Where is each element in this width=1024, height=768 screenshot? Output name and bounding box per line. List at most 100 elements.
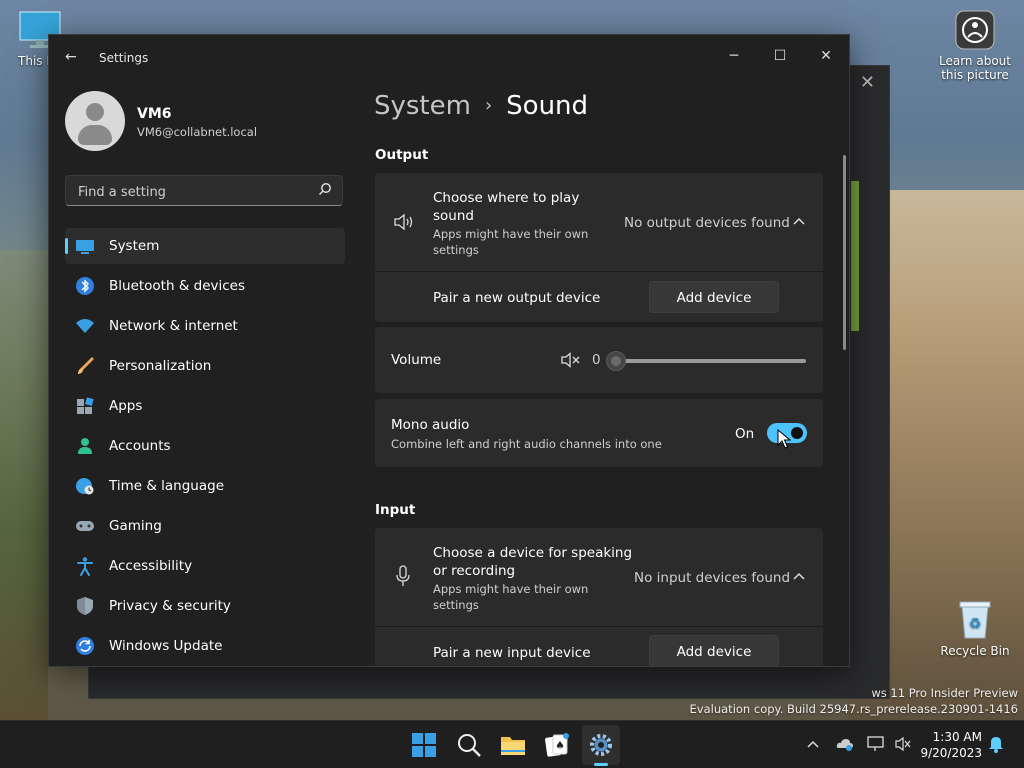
sidebar-item-label: Privacy & security [109, 598, 231, 614]
speaker-muted-icon[interactable] [894, 736, 912, 752]
network-icon[interactable] [866, 735, 886, 753]
chevron-up-icon[interactable] [792, 571, 806, 581]
microphone-icon [396, 565, 410, 586]
page-title: Sound [506, 91, 589, 121]
choose-output-title-line1: Choose where to play [433, 190, 580, 206]
output-status: No output devices found [624, 215, 790, 231]
settings-gear-icon[interactable] [587, 731, 615, 759]
sidebar-item-network[interactable]: Network & internet [65, 308, 345, 344]
wifi-icon [76, 319, 94, 333]
windows-start-icon[interactable] [410, 731, 438, 759]
desktop-icon-learn-about-picture[interactable]: Learn about this picture [938, 10, 1012, 82]
desktop-icon-recycle-bin[interactable]: ♻ Recycle Bin [940, 598, 1010, 658]
sidebar-item-personalization[interactable]: Personalization [65, 348, 345, 384]
update-icon [76, 637, 94, 655]
section-title-input: Input [375, 502, 416, 518]
sidebar-item-label: Gaming [109, 518, 162, 534]
speaker-muted-icon[interactable] [560, 352, 582, 368]
close-button[interactable]: ✕ [803, 41, 849, 71]
choose-input-title-line2: or recording [433, 563, 516, 579]
svg-text:♠: ♠ [555, 739, 565, 752]
camera-info-icon [955, 10, 995, 50]
gamepad-icon [76, 521, 94, 531]
add-input-device-button[interactable]: Add device [649, 635, 779, 666]
user-name: VM6 [137, 106, 172, 122]
choose-input-sub-line2: settings [433, 598, 479, 612]
solitaire-icon[interactable]: ♠ [543, 731, 571, 759]
avatar-head [86, 103, 104, 121]
sidebar-item-label: Personalization [109, 358, 212, 374]
user-email: VM6@collabnet.local [137, 125, 258, 139]
mono-audio-sub: Combine left and right audio channels in… [391, 437, 662, 451]
globe-clock-icon [76, 478, 94, 495]
sidebar-item-time-language[interactable]: Time & language [65, 468, 345, 504]
toggle-knob [791, 427, 803, 439]
speaker-icon [394, 213, 413, 231]
sidebar-item-apps[interactable]: Apps [65, 388, 345, 424]
add-output-device-button[interactable]: Add device [649, 281, 779, 313]
breadcrumb-parent[interactable]: System [374, 91, 471, 121]
close-icon[interactable]: ✕ [860, 72, 875, 93]
clock-date: 9/20/2023 [920, 746, 982, 760]
file-explorer-icon[interactable] [499, 731, 527, 759]
search-icon[interactable] [318, 182, 332, 196]
sidebar-item-accounts[interactable]: Accounts [65, 428, 345, 464]
volume-label: Volume [391, 352, 442, 368]
mouse-cursor-icon [777, 429, 791, 449]
taskbar: ♠ 1:30 AM 9/20/2023 [0, 720, 1024, 768]
input-device-card: Choose a device for speaking or recordin… [375, 528, 823, 666]
sidebar-item-label: Accessibility [109, 558, 193, 574]
sidebar-item-label: Windows Update [109, 638, 223, 654]
sidebar-item-privacy[interactable]: Privacy & security [65, 588, 345, 624]
volume-slider-thumb[interactable] [606, 351, 626, 371]
back-arrow-icon[interactable]: ← [65, 49, 77, 65]
apps-grid-icon [77, 397, 94, 414]
taskbar-active-indicator [594, 763, 608, 766]
sidebar-item-label: Accounts [109, 438, 171, 454]
choose-output-sub-line1: Apps might have their own [433, 227, 589, 241]
onedrive-icon[interactable] [836, 736, 854, 752]
chevron-up-icon[interactable] [806, 739, 820, 749]
background-window-accent-bar [851, 181, 859, 331]
divider [375, 271, 823, 272]
system-display-icon [76, 240, 94, 254]
maximize-button[interactable]: ☐ [757, 41, 803, 71]
search-input[interactable] [76, 181, 310, 203]
sidebar-item-system[interactable]: System [65, 228, 345, 264]
sidebar-item-accessibility[interactable]: Accessibility [65, 548, 345, 584]
mono-audio-state: On [735, 426, 755, 442]
avatar[interactable] [65, 91, 125, 151]
avatar-body [78, 125, 112, 145]
pair-input-label: Pair a new input device [433, 645, 591, 661]
person-icon [78, 438, 92, 454]
sidebar-item-bluetooth[interactable]: Bluetooth & devices [65, 268, 345, 304]
volume-slider-track[interactable] [616, 359, 806, 363]
volume-card: Volume 0 [375, 327, 823, 393]
search-icon[interactable] [455, 731, 483, 759]
bluetooth-icon [76, 277, 94, 295]
accessibility-icon [77, 557, 93, 576]
mono-audio-card: Mono audio Combine left and right audio … [375, 399, 823, 467]
recycle-bin-icon: ♻ [959, 601, 991, 639]
choose-input-sub-line1: Apps might have their own [433, 582, 589, 596]
scrollbar[interactable] [843, 155, 846, 350]
clock-time: 1:30 AM [932, 730, 982, 744]
desktop-wallpaper-left [0, 250, 48, 720]
notification-bell-icon[interactable] [988, 735, 1004, 753]
mono-audio-title: Mono audio [391, 417, 470, 433]
title-bar: ← Settings ─ ☐ ✕ [49, 35, 849, 81]
sidebar-item-label: Time & language [109, 478, 225, 494]
minimize-button[interactable]: ─ [711, 41, 757, 71]
sidebar-item-label: Network & internet [109, 318, 238, 334]
sidebar-item-windows-update[interactable]: Windows Update [65, 628, 345, 664]
sidebar-item-label: Apps [109, 398, 143, 414]
chevron-up-icon[interactable] [792, 216, 806, 226]
divider [375, 626, 823, 627]
input-status: No input devices found [634, 570, 791, 586]
desktop-icon-label-line1: Learn about [939, 54, 1011, 68]
watermark-line1: ws 11 Pro Insider Preview [871, 686, 1018, 700]
search-box[interactable] [65, 175, 343, 206]
system-clock[interactable]: 1:30 AM 9/20/2023 [920, 729, 982, 761]
sidebar-item-gaming[interactable]: Gaming [65, 508, 345, 544]
choose-output-title-line2: sound [433, 208, 474, 224]
